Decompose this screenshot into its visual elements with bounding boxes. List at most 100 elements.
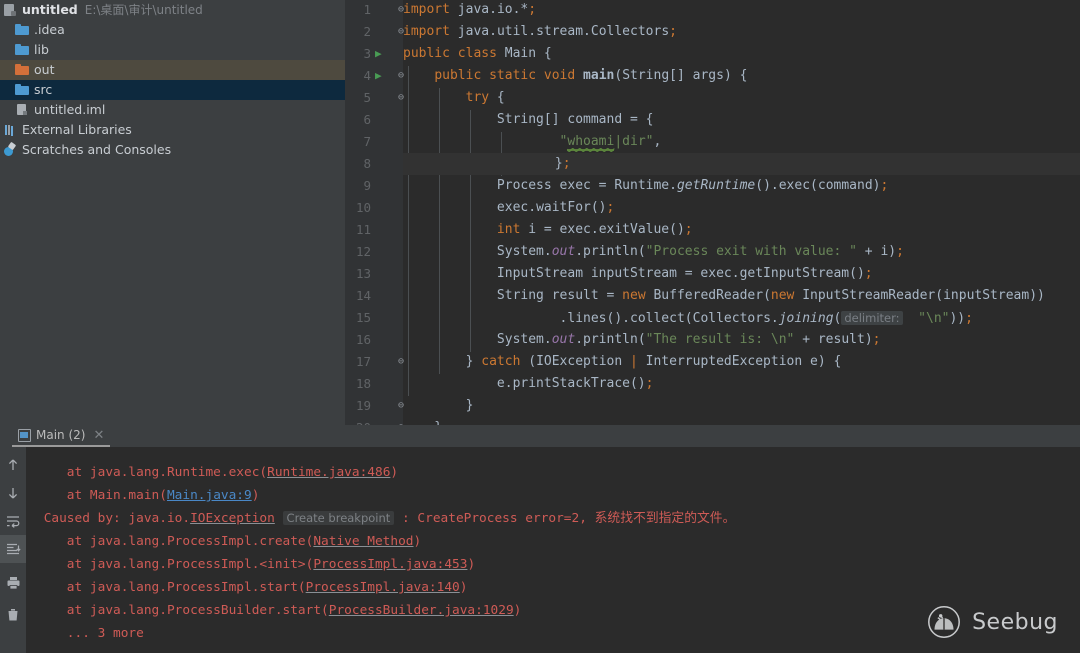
console-icon (18, 429, 31, 442)
tree-item-idea[interactable]: .idea (0, 20, 345, 40)
stacktrace-link[interactable]: Native Method (313, 534, 413, 549)
tree-item-label: untitled.iml (34, 100, 105, 120)
tree-item-src[interactable]: src (0, 80, 345, 100)
tree-item-untitled-iml[interactable]: untitled.iml (0, 100, 345, 120)
code-line[interactable]: try { (403, 87, 505, 109)
line-number: 18 (347, 373, 371, 395)
run-gutter-icon[interactable]: ▶ (375, 43, 387, 65)
console-line: at java.lang.Runtime.exec(Runtime.java:4… (67, 461, 398, 484)
stacktrace-link[interactable]: Main.java:9 (167, 488, 252, 503)
line-number: 19 (347, 395, 371, 417)
project-tool-window[interactable]: untitled E:\桌面\审计\untitled .idea lib out… (0, 0, 345, 425)
console-text: at java.lang.ProcessImpl.<init>( (67, 557, 314, 572)
console-line: at java.lang.ProcessImpl.start(ProcessIm… (67, 576, 468, 599)
run-tab-bar[interactable]: Main (2) ✕ (0, 425, 1080, 447)
code-line[interactable]: } catch (IOException | InterruptedExcept… (403, 351, 841, 373)
console-text: at java.lang.ProcessBuilder.start( (67, 603, 329, 618)
run-tab-main[interactable]: Main (2) ✕ (12, 425, 110, 447)
line-number: 9 (347, 175, 371, 197)
tree-item-lib[interactable]: lib (0, 40, 345, 60)
line-number: 6 (347, 109, 371, 131)
console-text: at java.lang.Runtime.exec( (67, 465, 267, 480)
code-line[interactable]: import java.util.stream.Collectors; (403, 21, 677, 43)
line-number: 17 (347, 351, 371, 373)
code-line[interactable]: } (403, 395, 473, 417)
tree-item-external-libraries[interactable]: External Libraries (0, 120, 345, 140)
soft-wrap-icon[interactable] (0, 507, 26, 535)
line-number: 1 (347, 0, 371, 21)
code-line[interactable]: } (403, 417, 442, 425)
ide-window: untitled E:\桌面\审计\untitled .idea lib out… (0, 0, 1080, 653)
stacktrace-link[interactable]: ProcessBuilder.java:1029 (329, 603, 514, 618)
console-output[interactable]: at java.lang.Runtime.exec(Runtime.java:4… (26, 447, 1080, 653)
line-number: 20 (347, 417, 371, 425)
console-line: at java.lang.ProcessImpl.<init>(ProcessI… (67, 553, 475, 576)
code-line[interactable]: String result = new BufferedReader(new I… (403, 285, 1045, 307)
console-line: Caused by: java.io.IOException Create br… (44, 507, 736, 530)
console-text: ... 3 more (67, 626, 144, 641)
run-tab-label: Main (2) (36, 428, 85, 442)
code-line[interactable]: e.printStackTrace(); (403, 373, 653, 395)
code-editor[interactable]: 1⊖2⊖3▶4▶⊖5⊖67891011121314151617⊖1819⊖20⊖… (345, 0, 1080, 425)
line-number: 2 (347, 21, 371, 43)
line-number: 11 (347, 219, 371, 241)
code-line[interactable]: Process exec = Runtime.getRuntime().exec… (403, 175, 888, 197)
watermark-label: Seebug (972, 610, 1058, 635)
code-line[interactable]: System.out.println("The result is: \n" +… (403, 329, 880, 351)
console-text: ) (390, 465, 398, 480)
seebug-watermark: Seebug (925, 603, 1058, 641)
stacktrace-link[interactable]: IOException (190, 511, 275, 526)
editor-gutter[interactable]: 1⊖2⊖3▶4▶⊖5⊖67891011121314151617⊖1819⊖20⊖ (345, 0, 403, 425)
console-text: at Main.main( (67, 488, 167, 503)
console-text: at java.lang.ProcessImpl.create( (67, 534, 314, 549)
code-line[interactable]: exec.waitFor(); (403, 197, 614, 219)
tree-item-scratches[interactable]: Scratches and Consoles (0, 140, 345, 160)
folder-source-icon (14, 82, 30, 98)
tree-item-out[interactable]: out (0, 60, 345, 80)
run-tool-window[interactable]: Main (2) ✕ at java.lang.Ru (0, 425, 1080, 653)
seebug-logo-icon (925, 603, 963, 641)
stacktrace-link[interactable]: Runtime.java:486 (267, 465, 390, 480)
code-line[interactable]: InputStream inputStream = exec.getInputS… (403, 263, 873, 285)
scroll-to-end-icon[interactable] (0, 535, 26, 563)
line-number: 8 (347, 153, 371, 175)
line-number: 12 (347, 241, 371, 263)
spellcheck-warning: whoami (567, 134, 614, 151)
code-lines: import java.io.*;import java.util.stream… (403, 0, 1080, 425)
code-line[interactable]: String[] command = { (403, 109, 653, 131)
console-text: : CreateProcess error=2, 系统找不到指定的文件。 (394, 511, 735, 526)
code-line[interactable]: public class Main { (403, 43, 552, 65)
code-line[interactable]: .lines().collect(Collectors.joining(deli… (403, 307, 973, 329)
line-number: 13 (347, 263, 371, 285)
create-breakpoint-hint[interactable]: Create breakpoint (283, 511, 395, 525)
folder-icon (14, 22, 30, 38)
console-line: at java.lang.ProcessBuilder.start(Proces… (67, 599, 522, 622)
tree-item-label: Scratches and Consoles (22, 140, 171, 160)
down-arrow-icon[interactable] (0, 479, 26, 507)
code-line[interactable]: }; (403, 153, 1080, 175)
close-icon[interactable]: ✕ (93, 428, 104, 443)
iml-file-icon (14, 102, 30, 118)
print-icon[interactable] (0, 569, 26, 597)
tree-item-label: lib (34, 40, 49, 60)
line-number: 7 (347, 131, 371, 153)
console-line: ... 3 more (67, 622, 144, 645)
code-line[interactable]: int i = exec.exitValue(); (403, 219, 693, 241)
run-toolbar[interactable] (0, 447, 26, 653)
code-line[interactable]: "whoami|dir", (403, 131, 661, 153)
stacktrace-link[interactable]: ProcessImpl.java:453 (313, 557, 467, 572)
stacktrace-link[interactable]: ProcessImpl.java:140 (306, 580, 460, 595)
code-line[interactable]: import java.io.*; (403, 0, 536, 21)
run-gutter-icon[interactable]: ▶ (375, 65, 387, 87)
tree-item-label: src (34, 80, 52, 100)
line-number: 16 (347, 329, 371, 351)
trash-icon[interactable] (0, 601, 26, 629)
folder-excluded-icon (14, 62, 30, 78)
tree-item-untitled[interactable]: untitled E:\桌面\审计\untitled (0, 0, 345, 20)
line-number: 4 (347, 65, 371, 87)
code-line[interactable]: public static void main(String[] args) { (403, 65, 747, 87)
up-arrow-icon[interactable] (0, 451, 26, 479)
code-line[interactable]: System.out.println("Process exit with va… (403, 241, 904, 263)
console-text: at java.lang.ProcessImpl.start( (67, 580, 306, 595)
line-number: 5 (347, 87, 371, 109)
